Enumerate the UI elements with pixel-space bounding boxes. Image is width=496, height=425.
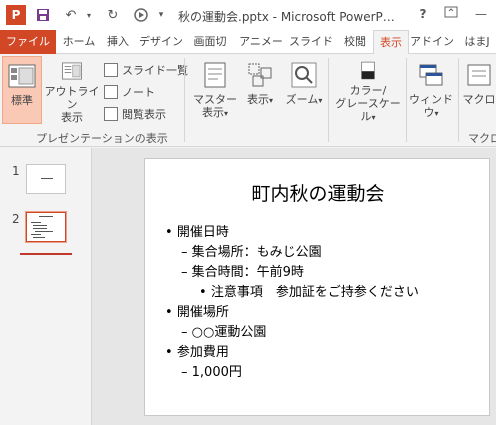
color-grayscale-label-1: カラー/ [349, 84, 387, 97]
separator [458, 58, 459, 142]
chevron-down-icon: ▾ [223, 109, 228, 118]
ribbon-view: 標準 アウトライン 表示 スライド一覧 ノート 閲覧表示 プレゼンテーションの表… [0, 54, 496, 147]
notes-page-button[interactable]: ノート [104, 84, 155, 100]
slide[interactable]: 町内秋の運動会 • 開催日時 – 集合場所：もみじ公園 – 集合時間：午前9時 … [144, 158, 490, 416]
normal-view-label: 標準 [11, 94, 33, 107]
window-label: ウィンドウ [409, 93, 453, 119]
tab-home[interactable]: ホーム [60, 30, 98, 54]
separator [328, 58, 329, 142]
window-title: 秋の運動会.pptx - Microsoft PowerP… [178, 10, 395, 24]
ribbon-display-options-icon[interactable] [440, 4, 462, 24]
undo-dropdown-icon[interactable]: ▾ [80, 6, 98, 24]
reading-view-icon [104, 107, 118, 121]
reading-view-button[interactable]: 閲覧表示 [104, 106, 166, 122]
slide-editing-area[interactable]: 町内秋の運動会 • 開催日時 – 集合場所：もみじ公園 – 集合時間：午前9時 … [92, 148, 496, 425]
macros-button[interactable]: マクロ [462, 56, 496, 124]
chevron-down-icon: ▾ [371, 113, 376, 122]
bullet-level-1[interactable]: • 開催場所 [165, 301, 229, 320]
master-views-label-2: 表示 [201, 106, 224, 119]
macros-icon [467, 64, 491, 86]
title-bar: P ↶ ▾ ↻ ▾ 秋の運動会.pptx - Microsoft PowerP…… [0, 0, 496, 30]
bullet-level-1[interactable]: • 参加費用 [165, 341, 229, 360]
tab-review[interactable]: 校閲 [338, 30, 372, 54]
separator [406, 58, 407, 142]
redo-icon[interactable]: ↻ [104, 6, 122, 24]
outline-view-label-1: アウトライン [44, 85, 100, 111]
tab-addins[interactable]: アドイン [410, 30, 454, 54]
slide-sorter-label: スライド一覧 [122, 64, 188, 77]
normal-view-icon [8, 64, 36, 88]
tab-insert[interactable]: 挿入 [102, 30, 134, 54]
chevron-down-icon: ▾ [434, 109, 439, 118]
thumbnail-number: 1 [12, 164, 20, 178]
normal-view-button[interactable]: 標準 [2, 56, 42, 124]
macros-group-label: マクロ [468, 132, 496, 145]
window-icon [419, 64, 443, 86]
customize-qat-icon[interactable]: ▾ [152, 6, 170, 24]
outline-view-icon [62, 62, 82, 80]
show-button[interactable]: 表示▾ [240, 56, 280, 124]
slide-sorter-button[interactable]: スライド一覧 [104, 62, 188, 78]
tab-slideshow[interactable]: スライド [288, 30, 334, 54]
bullet-level-2[interactable]: – 1,000円 [181, 361, 242, 380]
tab-user[interactable]: はまJ [458, 30, 496, 54]
slide-title[interactable]: 町内秋の運動会 [145, 179, 491, 206]
thumbnail-number: 2 [12, 212, 20, 226]
zoom-button[interactable]: ズーム▾ [282, 56, 326, 124]
presentation-views-group-label: プレゼンテーションの表示 [36, 132, 168, 145]
tab-animations[interactable]: アニメー [236, 30, 286, 54]
show-icon [248, 63, 272, 87]
macros-label: マクロ [462, 93, 496, 106]
separator [184, 58, 185, 142]
tab-design[interactable]: デザイン [136, 30, 186, 54]
slide-sorter-icon [104, 63, 118, 77]
bullet-level-2[interactable]: – 集合場所：もみじ公園 [181, 241, 322, 260]
insertion-marker [20, 253, 72, 255]
tab-view[interactable]: 表示 [373, 30, 409, 55]
start-from-beginning-icon[interactable] [132, 6, 150, 24]
zoom-label: ズーム [285, 93, 319, 106]
show-label: 表示 [246, 93, 269, 106]
slide-thumbnail-pane[interactable]: 1 2 [0, 148, 92, 425]
master-views-button[interactable]: マスター 表示▾ [190, 56, 240, 124]
chevron-down-icon: ▾ [318, 96, 323, 105]
bullet-level-3[interactable]: • 注意事項 参加証をご持参ください [199, 281, 419, 300]
notes-page-icon [104, 85, 118, 99]
slide-thumbnail-2[interactable] [26, 212, 66, 242]
undo-icon[interactable]: ↶ [62, 6, 80, 24]
save-icon[interactable] [34, 6, 52, 24]
master-views-icon [204, 62, 226, 88]
bullet-level-2[interactable]: – 集合時間：午前9時 [181, 261, 304, 280]
reading-view-label: 閲覧表示 [122, 108, 166, 121]
tab-transitions[interactable]: 画面切 [188, 30, 232, 54]
outline-view-button[interactable]: アウトライン 表示 [44, 56, 100, 124]
window-button[interactable]: ウィンドウ▾ [408, 56, 454, 124]
tab-file[interactable]: ファイル [0, 30, 56, 54]
color-grayscale-label-2: グレースケール [335, 97, 401, 123]
ribbon-tabs: ファイル ホーム 挿入 デザイン 画面切 アニメー スライド 校閲 表示 アドイ… [0, 30, 496, 55]
chevron-down-icon: ▾ [268, 96, 273, 105]
zoom-icon [291, 62, 317, 88]
master-views-label-1: マスター [193, 93, 237, 106]
color-grayscale-button[interactable]: カラー/ グレースケール▾ [330, 56, 406, 124]
color-grayscale-icon [361, 61, 375, 80]
help-icon[interactable]: ? [412, 4, 434, 24]
powerpoint-logo-icon: P [6, 5, 26, 25]
minimize-icon[interactable]: — [470, 4, 492, 24]
outline-view-label-2: 表示 [61, 111, 83, 124]
bullet-level-1[interactable]: • 開催日時 [165, 221, 229, 240]
slide-thumbnail-1[interactable] [26, 164, 66, 194]
bullet-level-2[interactable]: – ○○運動公園 [181, 321, 266, 340]
notes-page-label: ノート [122, 86, 155, 99]
